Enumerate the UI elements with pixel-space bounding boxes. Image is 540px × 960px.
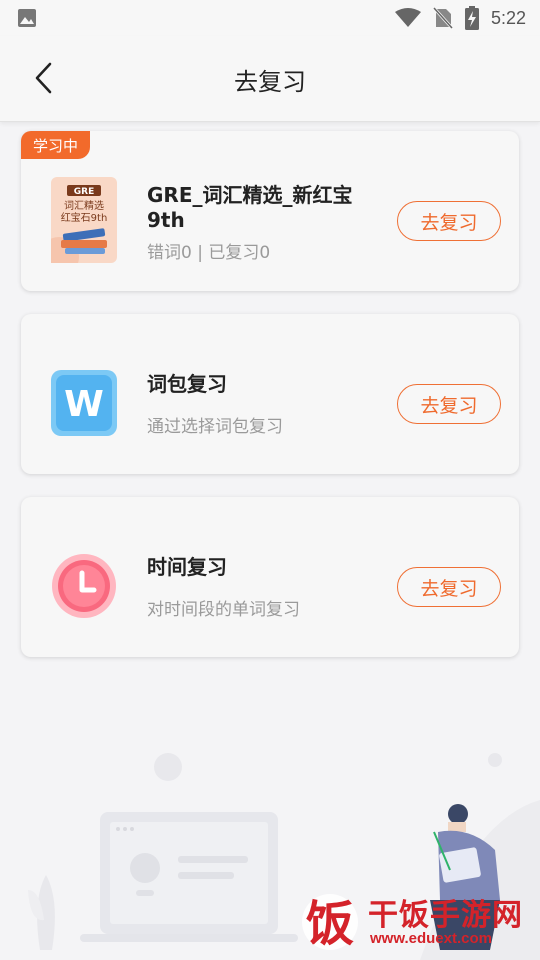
go-review-button[interactable]: 去复习 — [397, 201, 501, 241]
wifi-icon — [394, 8, 421, 28]
card-title: 时间复习 — [147, 555, 227, 579]
go-review-button[interactable]: 去复习 — [397, 567, 501, 607]
watermark-url: www.eduext.com — [370, 930, 492, 947]
page-title: 去复习 — [234, 68, 306, 96]
battery-charging-icon — [464, 6, 479, 30]
word-package-icon: W — [51, 370, 117, 436]
thumb-line2: 红宝石9th — [61, 211, 108, 224]
word-package-review-card[interactable]: W 词包复习 通过选择词包复习 去复习 — [21, 314, 519, 474]
card-title: 词包复习 — [147, 372, 227, 396]
thumb-tag: GRE — [74, 187, 94, 197]
card-subtitle: 对时间段的单词复习 — [147, 600, 300, 620]
card-title: GRE_词汇精选_新红宝9th — [147, 183, 353, 232]
site-watermark: 饭 干饭手游网 www.eduext.com — [300, 888, 530, 954]
card-subtitle: 通过选择词包复习 — [147, 417, 283, 437]
watermark-logo: 饭 — [302, 894, 358, 952]
clock-icon — [51, 553, 117, 619]
go-review-button[interactable]: 去复习 — [397, 384, 501, 424]
review-stats: 错词0 | 已复习0 — [147, 243, 271, 263]
wordbook-review-card[interactable]: 学习中 GRE 词汇精选 红宝石9th GRE_词汇精选_新红宝9th 错词0 … — [21, 131, 519, 291]
app-header: 去复习 — [0, 36, 540, 122]
studying-badge: 学习中 — [21, 131, 91, 159]
status-icons: 5:22 — [394, 6, 526, 30]
watermark-title: 干饭手游网 — [368, 898, 523, 933]
watermark-logo-char: 饭 — [306, 896, 354, 952]
book-cover-thumbnail: GRE 词汇精选 红宝石9th — [39, 177, 117, 277]
time-review-card[interactable]: 时间复习 对时间段的单词复习 去复习 — [21, 497, 519, 657]
image-icon — [16, 7, 38, 29]
w-letter: W — [64, 384, 104, 425]
thumb-line1: 词汇精选 — [64, 199, 104, 212]
status-bar: 5:22 — [0, 0, 540, 36]
status-time: 5:22 — [490, 7, 526, 28]
no-sim-icon — [432, 7, 453, 29]
